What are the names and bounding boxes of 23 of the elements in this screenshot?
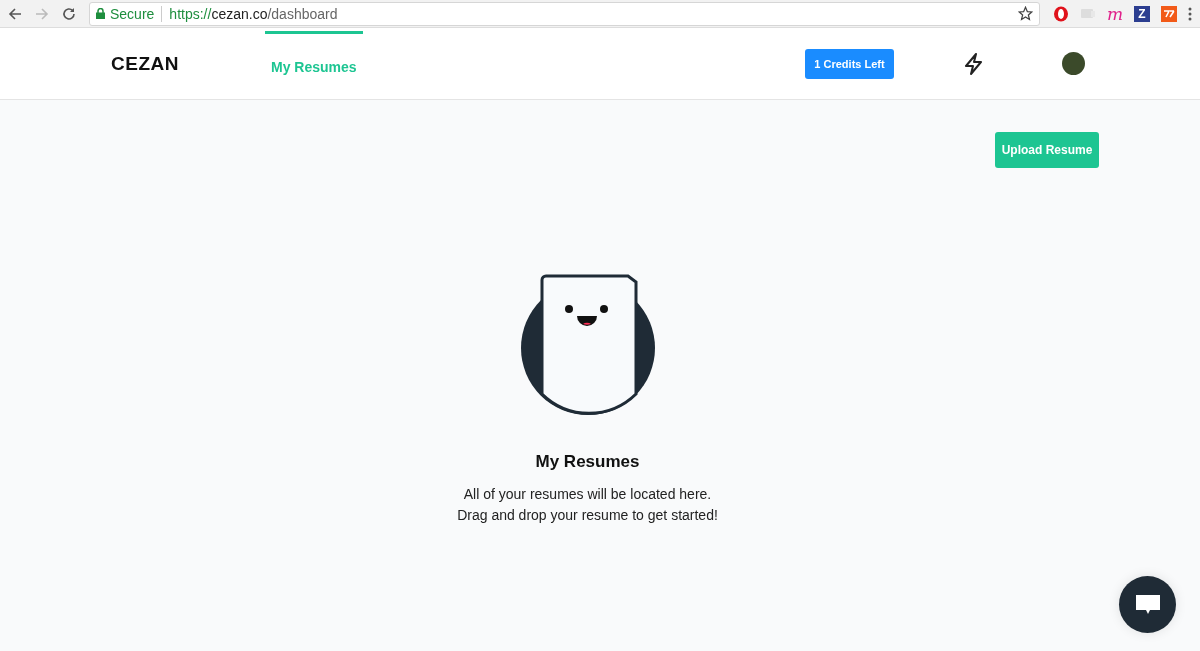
upload-button[interactable]: Upload Resume	[995, 132, 1099, 168]
menu-icon[interactable]	[1188, 6, 1192, 21]
empty-state-text: All of your resumes will be located here.	[463, 485, 712, 504]
extension-icon[interactable]	[1161, 5, 1177, 22]
lock-icon	[96, 8, 105, 19]
extension-icon[interactable]: m	[1106, 5, 1123, 22]
url-text: https://cezan.co/dashboard	[169, 5, 339, 22]
star-icon[interactable]	[1017, 6, 1033, 21]
reload-icon[interactable]	[62, 6, 76, 21]
extension-icon[interactable]: Z	[1134, 5, 1150, 22]
extension-icon[interactable]	[1052, 5, 1069, 22]
back-icon[interactable]	[8, 7, 22, 20]
credits-button[interactable]: 1 Credits Left	[805, 48, 894, 79]
nav-tab[interactable]: My Resumes	[265, 31, 363, 99]
empty-state-title: My Resumes	[535, 452, 640, 472]
address-bar[interactable]: Secure https://cezan.co/dashboard	[89, 1, 1040, 26]
avatar[interactable]	[1062, 52, 1085, 75]
secure-label: Secure	[110, 5, 155, 22]
chat-button[interactable]	[1119, 576, 1176, 633]
empty-state-text: Drag and drop your resume to get started!	[457, 506, 718, 525]
chat-icon	[1134, 593, 1161, 616]
lightning-icon[interactable]	[964, 52, 984, 75]
logo[interactable]: CEZAN	[111, 52, 265, 75]
